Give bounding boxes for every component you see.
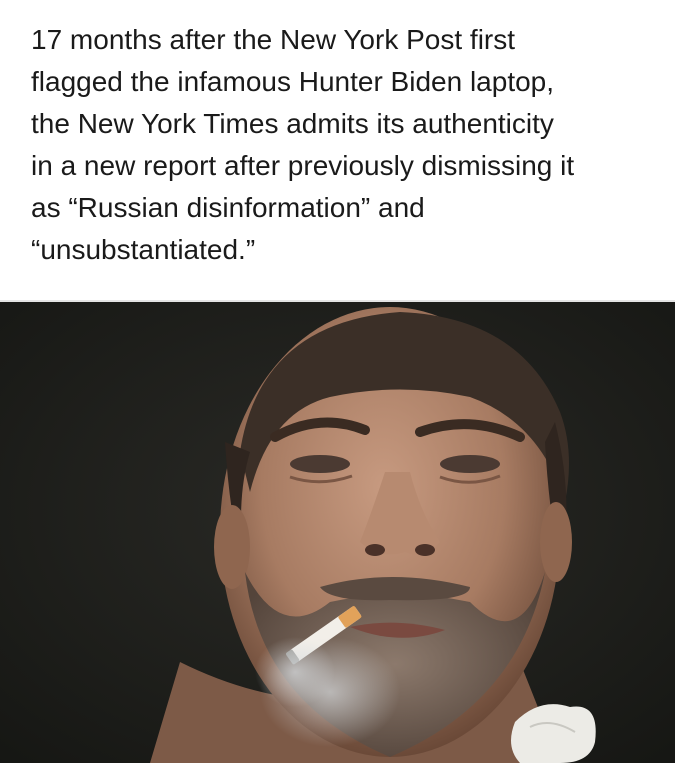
post-caption: 17 months after the New York Post first … [31, 24, 575, 265]
eye-right [440, 455, 500, 473]
ear-left [214, 505, 250, 589]
post-container: 17 months after the New York Post first … [0, 0, 675, 763]
nostril-right [415, 544, 435, 556]
smoke-wisp [255, 637, 335, 707]
post-photo[interactable] [0, 302, 675, 763]
portrait-illustration [0, 302, 675, 763]
nostril-left [365, 544, 385, 556]
ear-right [540, 502, 572, 582]
eye-left [290, 455, 350, 473]
